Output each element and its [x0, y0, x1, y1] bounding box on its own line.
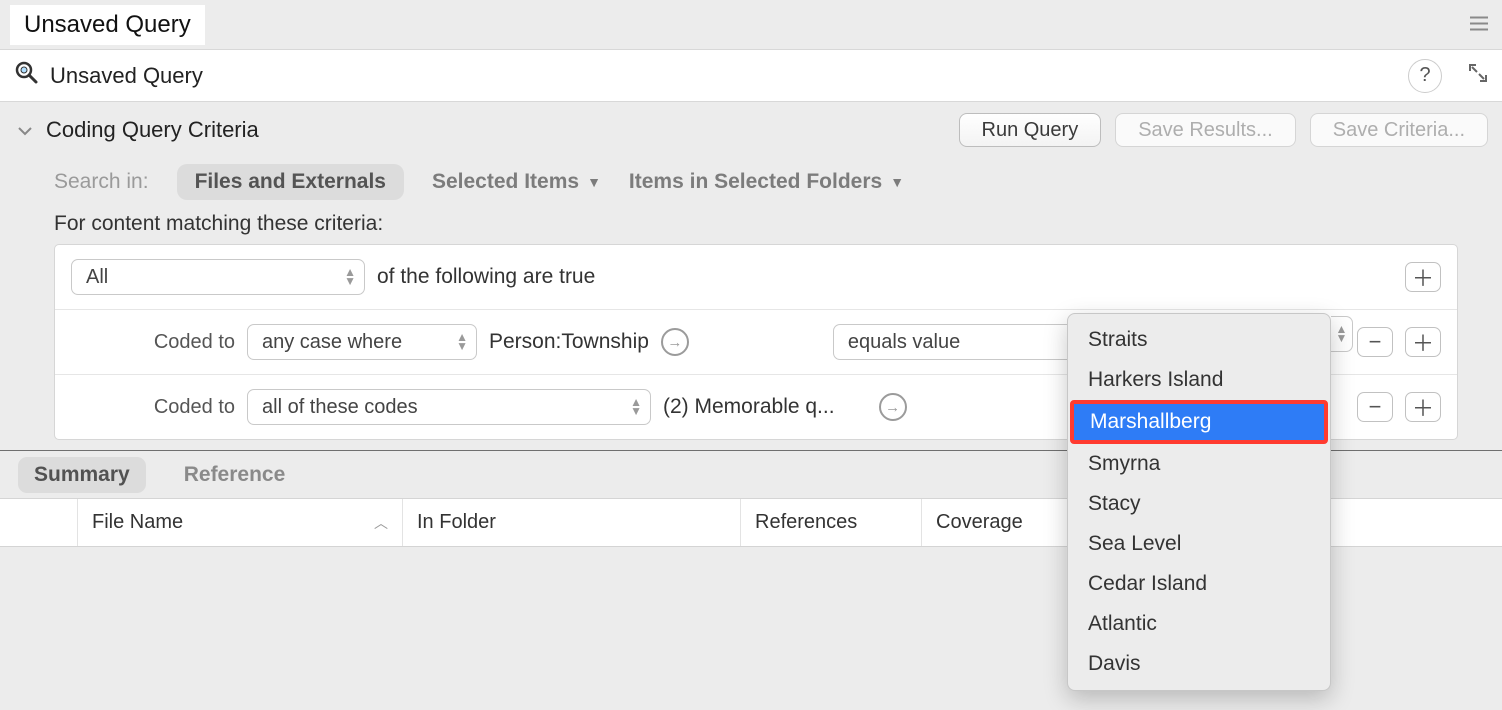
run-query-button[interactable]: Run Query — [959, 113, 1102, 147]
search-scope-row: Search in: Files and Externals Selected … — [0, 158, 1502, 206]
column-filename-label: File Name — [92, 511, 183, 534]
tab-summary[interactable]: Summary — [18, 457, 146, 493]
tab-reference[interactable]: Reference — [168, 457, 302, 493]
case-select[interactable]: any case where ▲▼ — [247, 324, 477, 360]
column-folder[interactable]: In Folder — [403, 499, 741, 546]
expand-icon[interactable] — [1468, 63, 1488, 89]
stepper-icon: ▲▼ — [456, 333, 468, 351]
window-title: Unsaved Query — [10, 5, 205, 45]
attribute-picker-button[interactable]: → — [661, 328, 689, 356]
combiner-suffix: of the following are true — [377, 265, 595, 289]
scope-selected-items[interactable]: Selected Items ▼ — [432, 170, 601, 194]
dropdown-item[interactable]: Smyrna — [1068, 444, 1330, 484]
stepper-icon: ▲▼ — [630, 398, 642, 416]
dropdown-item[interactable]: Cedar Island — [1068, 564, 1330, 604]
value-dropdown-popup: StraitsHarkers IslandMarshallbergSmyrnaS… — [1067, 313, 1331, 691]
chevron-down-icon: ▼ — [890, 174, 904, 190]
dropdown-item[interactable]: Stacy — [1068, 484, 1330, 524]
dropdown-item[interactable]: Davis — [1068, 644, 1330, 684]
operator-select-value: equals value — [848, 331, 960, 354]
add-row-button[interactable]: ＋ — [1405, 392, 1441, 422]
help-button[interactable]: ? — [1408, 59, 1442, 93]
chevron-down-icon: ▼ — [587, 174, 601, 190]
column-references[interactable]: References — [741, 499, 922, 546]
breadcrumb-title: Unsaved Query — [50, 63, 203, 89]
value-select-edge[interactable]: ▲▼ — [1331, 316, 1353, 352]
scope-files-externals[interactable]: Files and Externals — [177, 164, 404, 200]
add-row-button[interactable]: ＋ — [1405, 262, 1441, 292]
criteria-title: Coding Query Criteria — [46, 117, 945, 143]
operator-select[interactable]: equals value ▲▼ — [833, 324, 1089, 360]
dropdown-item-label: Marshallberg — [1074, 404, 1324, 440]
sort-ascending-icon: ︿ — [374, 513, 388, 533]
coded-to-label: Coded to — [131, 396, 235, 419]
dropdown-item-highlighted[interactable]: Marshallberg — [1070, 400, 1328, 444]
coded-to-label: Coded to — [131, 331, 235, 354]
scope-items-folders-label: Items in Selected Folders — [629, 170, 882, 194]
matching-criteria-label: For content matching these criteria: — [0, 206, 1502, 244]
collapse-icon[interactable] — [18, 119, 32, 142]
add-row-button[interactable]: ＋ — [1405, 327, 1441, 357]
remove-row-button[interactable]: − — [1357, 392, 1393, 422]
criteria-header: Coding Query Criteria Run Query Save Res… — [0, 102, 1502, 158]
attribute-label: Person:Township — [489, 330, 649, 354]
criteria-row-all: All ▲▼ of the following are true ＋ — [55, 245, 1457, 310]
column-spacer — [0, 499, 78, 546]
codes-select[interactable]: all of these codes ▲▼ — [247, 389, 651, 425]
stepper-icon: ▲▼ — [344, 268, 356, 286]
save-results-button: Save Results... — [1115, 113, 1296, 147]
codes-value: (2) Memorable q... — [663, 395, 835, 419]
query-icon — [14, 60, 40, 92]
case-select-value: any case where — [262, 331, 402, 354]
hamburger-icon[interactable] — [1470, 13, 1488, 36]
dropdown-item[interactable]: Harkers Island — [1068, 360, 1330, 400]
codes-picker-button[interactable]: → — [879, 393, 907, 421]
column-filename[interactable]: File Name ︿ — [78, 499, 403, 546]
scope-selected-items-label: Selected Items — [432, 170, 579, 194]
scope-items-folders[interactable]: Items in Selected Folders ▼ — [629, 170, 904, 194]
search-in-label: Search in: — [54, 170, 149, 194]
codes-select-value: all of these codes — [262, 396, 418, 419]
combiner-select[interactable]: All ▲▼ — [71, 259, 365, 295]
remove-row-button[interactable]: − — [1357, 327, 1393, 357]
dropdown-item[interactable]: Atlantic — [1068, 604, 1330, 644]
dropdown-item[interactable]: Sea Level — [1068, 524, 1330, 564]
breadcrumb-bar: Unsaved Query ? — [0, 50, 1502, 102]
combiner-select-value: All — [86, 266, 108, 289]
dropdown-item[interactable]: Straits — [1068, 320, 1330, 360]
title-bar: Unsaved Query — [0, 0, 1502, 50]
save-criteria-button: Save Criteria... — [1310, 113, 1488, 147]
